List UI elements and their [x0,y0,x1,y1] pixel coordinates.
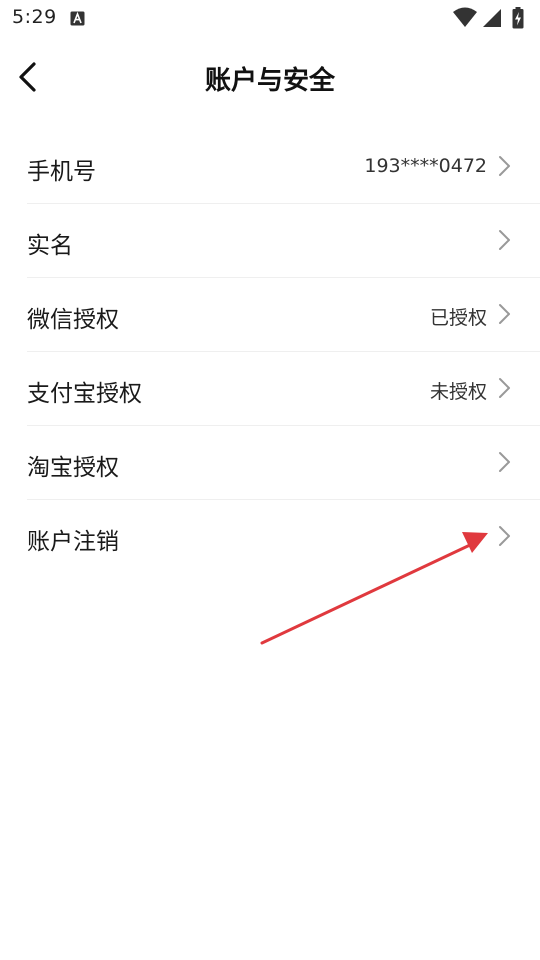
menu-item-label: 淘宝授权 [27,455,119,481]
menu-item-value: 已授权 [429,307,487,329]
header: 账户与安全 [0,46,540,110]
status-icons [452,7,532,29]
menu-item-alipay-auth[interactable]: 支付宝授权 未授权 [27,352,540,426]
status-time: 5:29 [12,6,57,28]
menu-item-label: 微信授权 [27,307,119,333]
chevron-right-icon [499,526,510,546]
menu-item-real-name[interactable]: 实名 [27,204,540,278]
menu-item-taobao-auth[interactable]: 淘宝授权 [27,426,540,500]
chevron-right-icon [499,230,510,250]
wifi-icon [453,7,477,27]
menu-item-label: 实名 [27,233,73,259]
chevron-right-icon [499,378,510,398]
menu-item-label: 账户注销 [27,529,119,555]
menu-item-value: 193****0472 [364,155,487,177]
accessibility-notification-icon [70,11,85,26]
menu-item-value: 未授权 [429,381,487,403]
cellular-signal-icon [483,9,501,27]
settings-list: 手机号 193****0472 实名 微信授权 已授权 支付宝授权 未授权 淘宝… [0,130,540,573]
battery-charging-icon [512,7,524,29]
chevron-right-icon [499,304,510,324]
menu-item-phone[interactable]: 手机号 193****0472 [27,130,540,204]
page-title: 账户与安全 [204,66,335,96]
menu-item-label: 支付宝授权 [27,381,142,407]
status-bar: 5:29 [0,0,540,36]
chevron-right-icon [499,156,510,176]
menu-item-wechat-auth[interactable]: 微信授权 已授权 [27,278,540,352]
chevron-right-icon [499,452,510,472]
menu-item-account-deletion[interactable]: 账户注销 [27,500,540,573]
menu-item-label: 手机号 [27,159,96,185]
